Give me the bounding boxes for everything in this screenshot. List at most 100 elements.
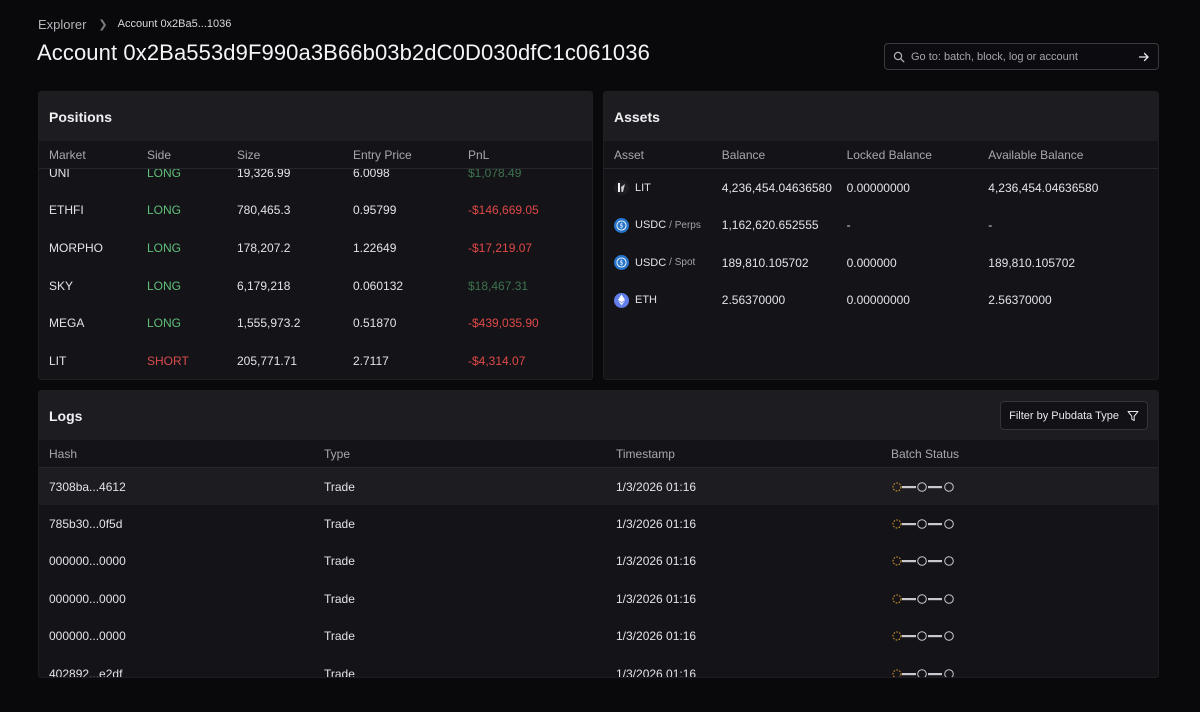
asset-name: ETH <box>635 294 657 307</box>
balance-cell: 189,810.105702 <box>721 255 809 270</box>
size-cell: 780,465.3 <box>237 203 291 218</box>
batch-status-indicator <box>891 518 1091 530</box>
asset-name: USDC <box>635 256 667 269</box>
page-title: Account 0x2Ba553d9F990a3B66b03b2dC0D030d… <box>37 40 650 65</box>
batch-status-indicator <box>891 630 1091 642</box>
breadcrumb: Explorer ❯ Account 0x2Ba5...1036 <box>38 16 231 32</box>
arrow-right-icon[interactable] <box>1138 51 1150 63</box>
hash-cell[interactable]: 000000...0000 <box>49 592 324 606</box>
type-cell: Trade <box>324 554 355 569</box>
available-balance-cell: 189,810.105702 <box>988 255 1076 270</box>
pnl-cell: -$17,219.07 <box>468 240 533 255</box>
timestamp-cell: 1/3/2026 01:16 <box>616 554 697 569</box>
table-row[interactable]: 7308ba...4612 Trade 1/3/2026 01:16 <box>39 468 1158 506</box>
column-header-timestamp: Timestamp <box>616 446 675 461</box>
table-row[interactable]: $ USDC / Spot 189,810.105702 0.000000 18… <box>604 244 1158 282</box>
positions-header: Positions <box>39 92 592 141</box>
table-row[interactable]: MEGA LONG 1,555,973.2 0.51870 -$439,035.… <box>39 304 592 342</box>
positions-title: Positions <box>49 108 113 125</box>
table-row[interactable]: UNI LONG 19,326.99 6.0098 $1,078.49 <box>39 169 592 192</box>
column-header-entry-price: Entry Price <box>353 147 412 162</box>
breadcrumb-explorer-link[interactable]: Explorer <box>38 17 86 32</box>
logs-panel: Logs Filter by Pubdata Type Hash Type Ti… <box>38 390 1159 678</box>
positions-table-body[interactable]: UNI LONG 19,326.99 6.0098 $1,078.49 ETHF… <box>39 169 592 379</box>
size-cell: 205,771.71 <box>237 353 298 368</box>
table-row[interactable]: MORPHO LONG 178,207.2 1.22649 -$17,219.0… <box>39 229 592 267</box>
column-header-balance: Balance <box>721 147 766 162</box>
timestamp-cell: 1/3/2026 01:16 <box>616 517 697 532</box>
svg-text:$: $ <box>619 259 623 267</box>
side-cell: LONG <box>147 203 182 218</box>
column-header-side: Side <box>147 147 172 162</box>
search-icon <box>893 51 905 62</box>
market-cell: UNI <box>49 169 70 180</box>
hash-cell[interactable]: 000000...0000 <box>49 629 324 643</box>
timestamp-cell: 1/3/2026 01:16 <box>616 629 697 644</box>
market-cell: LIT <box>49 353 67 368</box>
column-header-asset: Asset <box>614 147 645 162</box>
type-cell: Trade <box>324 629 355 644</box>
table-row[interactable]: ETH 2.56370000 0.00000000 2.56370000 <box>604 282 1158 320</box>
market-cell: MORPHO <box>49 240 103 255</box>
available-balance-cell: 2.56370000 <box>988 293 1052 308</box>
asset-cell: $ USDC / Spot <box>614 255 722 271</box>
logs-title: Logs <box>49 407 83 424</box>
locked-balance-cell: 0.00000000 <box>846 180 910 195</box>
assets-panel: Assets Asset Balance Locked Balance Avai… <box>603 91 1159 380</box>
table-row[interactable]: 402892...e2df Trade 1/3/2026 01:16 <box>39 655 1158 678</box>
logs-table-header: Hash Type Timestamp Batch Status <box>39 440 1158 468</box>
table-row[interactable]: 000000...0000 Trade 1/3/2026 01:16 <box>39 618 1158 655</box>
balance-cell: 2.56370000 <box>721 293 786 308</box>
column-header-pnl: PnL <box>468 147 490 162</box>
type-cell: Trade <box>324 666 355 678</box>
asset-cell: ETH <box>614 292 722 308</box>
pnl-cell: -$146,669.05 <box>468 203 539 218</box>
search-input[interactable] <box>911 50 1138 63</box>
table-row[interactable]: LIT 4,236,454.04636580 0.00000000 4,236,… <box>604 169 1158 207</box>
assets-table-header: Asset Balance Locked Balance Available B… <box>604 141 1158 169</box>
eth-icon <box>614 292 629 308</box>
assets-header: Assets <box>604 92 1158 141</box>
available-balance-cell: - <box>988 218 993 233</box>
table-row[interactable]: LIT SHORT 205,771.71 2.7117 -$4,314.07 <box>39 342 592 379</box>
table-row[interactable]: 000000...0000 Trade 1/3/2026 01:16 <box>39 543 1158 580</box>
table-row[interactable]: 000000...0000 Trade 1/3/2026 01:16 <box>39 580 1158 617</box>
column-header-hash: Hash <box>49 446 78 461</box>
table-row[interactable]: SKY LONG 6,179,218 0.060132 $18,467.31 <box>39 267 592 305</box>
entry-price-cell: 1.22649 <box>353 240 397 255</box>
table-row[interactable]: 785b30...0f5d Trade 1/3/2026 01:16 <box>39 505 1158 542</box>
entry-price-cell: 0.95799 <box>353 203 397 218</box>
batch-status-indicator <box>891 668 1091 677</box>
entry-price-cell: 0.51870 <box>353 316 397 331</box>
usdc-icon: $ <box>614 255 629 271</box>
hash-cell[interactable]: 000000...0000 <box>49 554 324 568</box>
available-balance-cell: 4,236,454.04636580 <box>988 180 1099 195</box>
hash-cell[interactable]: 785b30...0f5d <box>49 517 324 531</box>
chevron-right-icon: ❯ <box>98 18 108 31</box>
locked-balance-cell: 0.000000 <box>846 255 897 270</box>
entry-price-cell: 2.7117 <box>353 353 389 368</box>
filter-icon <box>1127 410 1139 421</box>
side-cell: LONG <box>147 240 182 255</box>
pnl-cell: -$4,314.07 <box>468 353 526 368</box>
table-row[interactable]: $ USDC / Perps 1,162,620.652555 - - <box>604 207 1158 245</box>
size-cell: 178,207.2 <box>237 240 291 255</box>
table-row[interactable]: ETHFI LONG 780,465.3 0.95799 -$146,669.0… <box>39 192 592 230</box>
asset-name: LIT <box>635 181 651 194</box>
filter-button-label: Filter by Pubdata Type <box>1009 409 1119 422</box>
asset-cell: LIT <box>614 180 722 196</box>
balance-cell: 1,162,620.652555 <box>721 218 819 233</box>
locked-balance-cell: 0.00000000 <box>846 293 910 308</box>
hash-cell[interactable]: 402892...e2df <box>49 667 324 677</box>
asset-market-type: / Spot <box>669 257 696 269</box>
pnl-cell: -$439,035.90 <box>468 316 539 331</box>
hash-cell[interactable]: 7308ba...4612 <box>49 480 324 494</box>
column-header-available-balance: Available Balance <box>988 147 1084 162</box>
pnl-cell: $1,078.49 <box>468 169 522 180</box>
filter-by-pubdata-type-button[interactable]: Filter by Pubdata Type <box>1000 401 1148 430</box>
search-box[interactable] <box>884 43 1159 70</box>
usdc-icon: $ <box>614 217 629 233</box>
column-header-market: Market <box>49 147 86 162</box>
type-cell: Trade <box>324 479 355 494</box>
lit-logo-icon <box>614 180 629 196</box>
